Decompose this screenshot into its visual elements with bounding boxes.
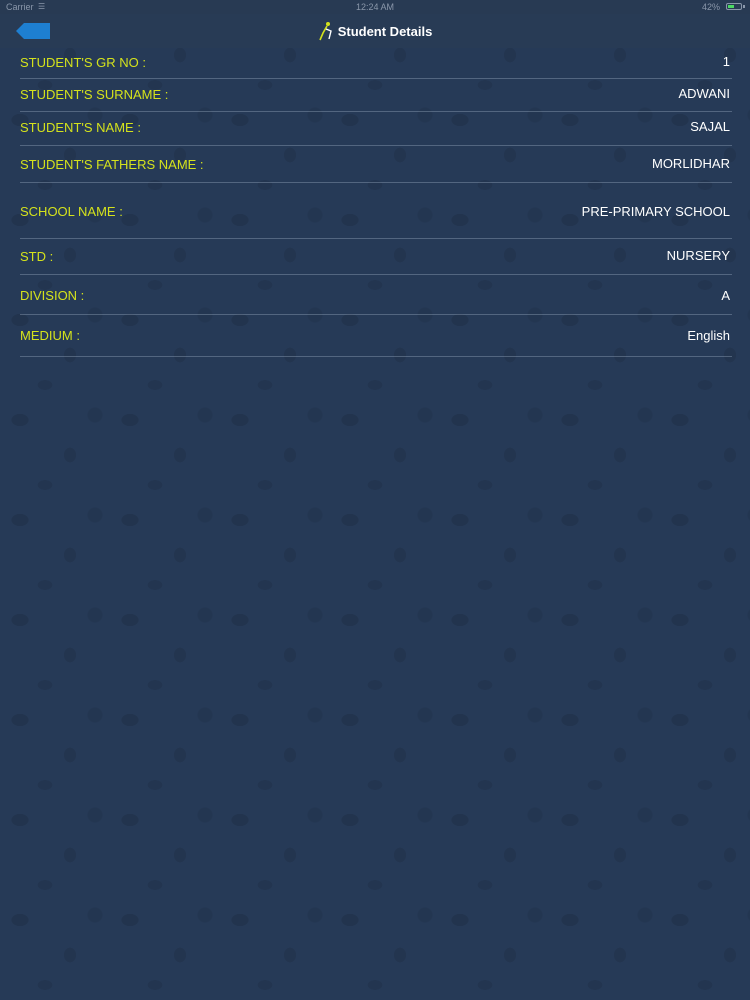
battery-icon [726,3,742,10]
detail-row-gr-no: STUDENT'S GR NO : 1 [20,48,732,79]
detail-label: STUDENT'S GR NO : [20,55,146,70]
nav-title-group: Student Details [0,14,750,48]
student-details-list: STUDENT'S GR NO : 1 STUDENT'S SURNAME : … [20,48,732,357]
detail-label: STUDENT'S SURNAME : [20,87,169,102]
detail-row-fathers-name: STUDENT'S FATHERS NAME : MORLIDHAR [20,146,732,183]
detail-row-surname: STUDENT'S SURNAME : ADWANI [20,79,732,112]
detail-row-school-name: SCHOOL NAME : PRE-PRIMARY SCHOOL [20,183,732,239]
status-bar: Carrier ☰ 12:24 AM 42% [0,0,750,14]
detail-label: MEDIUM : [20,328,80,343]
detail-row-std: STD : NURSERY [20,239,732,275]
battery-percent: 42% [701,2,720,12]
detail-row-medium: MEDIUM : English [20,315,732,357]
detail-value: PRE-PRIMARY SCHOOL [581,204,730,219]
detail-value: 1 [722,54,730,69]
detail-value: NURSERY [666,248,730,263]
detail-value: SAJAL [690,119,730,134]
detail-label: DIVISION : [20,288,85,303]
detail-row-name: STUDENT'S NAME : SAJAL [20,112,732,146]
detail-row-division: DIVISION : A [20,275,732,315]
navigation-bar: Student Details [0,14,750,48]
detail-label: STD : [20,249,54,264]
detail-label: SCHOOL NAME : [20,204,123,219]
battery-fill [728,5,734,8]
status-time: 12:24 AM [355,2,395,12]
page-title: Student Details [337,23,433,39]
detail-value: ADWANI [678,86,730,101]
detail-label: STUDENT'S NAME : [20,120,141,135]
detail-label: STUDENT'S FATHERS NAME : [20,157,204,172]
battery-tip [743,5,745,8]
detail-value: A [721,288,730,303]
detail-value: MORLIDHAR [651,156,730,171]
school-logo-icon [318,22,332,41]
detail-value: English [687,328,730,343]
